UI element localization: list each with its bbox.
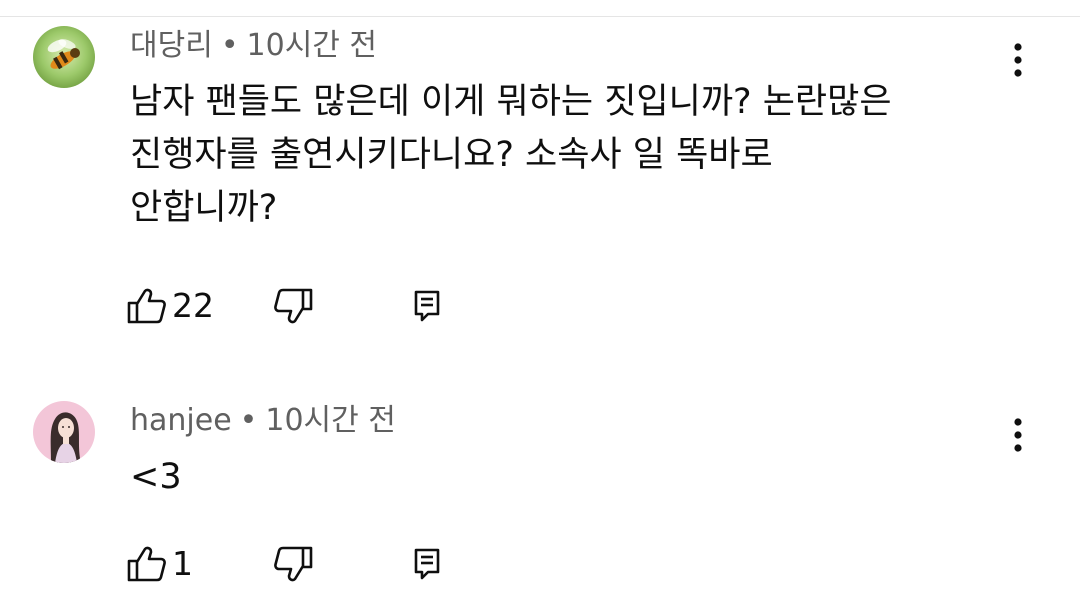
like-button[interactable]: 22 xyxy=(126,284,214,328)
comment-meta: hanjee • 10시간 전 xyxy=(130,403,396,439)
reply-icon xyxy=(414,548,440,580)
thumbs-up-icon xyxy=(127,288,166,324)
thumbs-down-icon xyxy=(274,546,313,582)
meta-separator: • xyxy=(220,28,239,63)
more-vert-icon xyxy=(1014,418,1022,452)
avatar[interactable] xyxy=(33,26,95,88)
comment-text-line: <3 xyxy=(130,457,182,497)
comment-text-line: 남자 팬들도 많은데 이게 뭐하는 짓입니까? 논란많은 xyxy=(130,82,892,122)
like-count: 1 xyxy=(172,544,193,583)
comments-page: 대당리 • 10시간 전 남자 팬들도 많은데 이게 뭐하는 짓입니까? 논란많은 … xyxy=(0,0,1080,600)
like-count: 22 xyxy=(172,286,214,325)
author-name[interactable]: 대당리 xyxy=(130,28,213,63)
comment-text-line: 안합니까? xyxy=(130,188,278,228)
comment-meta: 대당리 • 10시간 전 xyxy=(130,28,377,64)
comment-text: 남자 팬들도 많은데 이게 뭐하는 짓입니까? 논란많은 진행자를 출연시키다니… xyxy=(130,76,1010,235)
comment-time[interactable]: 10시간 전 xyxy=(265,403,396,438)
thumbs-up-icon xyxy=(127,546,166,582)
comment-text: <3 xyxy=(130,451,1010,504)
bee-avatar xyxy=(33,26,95,88)
reply-button[interactable] xyxy=(414,284,440,328)
more-vert-icon xyxy=(1014,43,1022,77)
author-name[interactable]: hanjee xyxy=(130,403,232,438)
reply-button[interactable] xyxy=(414,542,440,586)
comment-time[interactable]: 10시간 전 xyxy=(247,28,378,63)
meta-separator: • xyxy=(239,403,258,438)
comment-actions: 1 xyxy=(126,542,526,586)
illustrated-woman-avatar xyxy=(33,401,95,463)
like-button[interactable]: 1 xyxy=(126,542,193,586)
thumbs-down-icon xyxy=(274,288,313,324)
avatar[interactable] xyxy=(33,401,95,463)
top-divider xyxy=(0,0,1080,17)
dislike-button[interactable] xyxy=(274,284,314,328)
reply-icon xyxy=(414,290,440,322)
comment-text-line: 진행자를 출연시키다니요? 소속사 일 똑바로 xyxy=(130,135,773,175)
dislike-button[interactable] xyxy=(274,542,314,586)
comment-actions: 22 xyxy=(126,284,526,328)
